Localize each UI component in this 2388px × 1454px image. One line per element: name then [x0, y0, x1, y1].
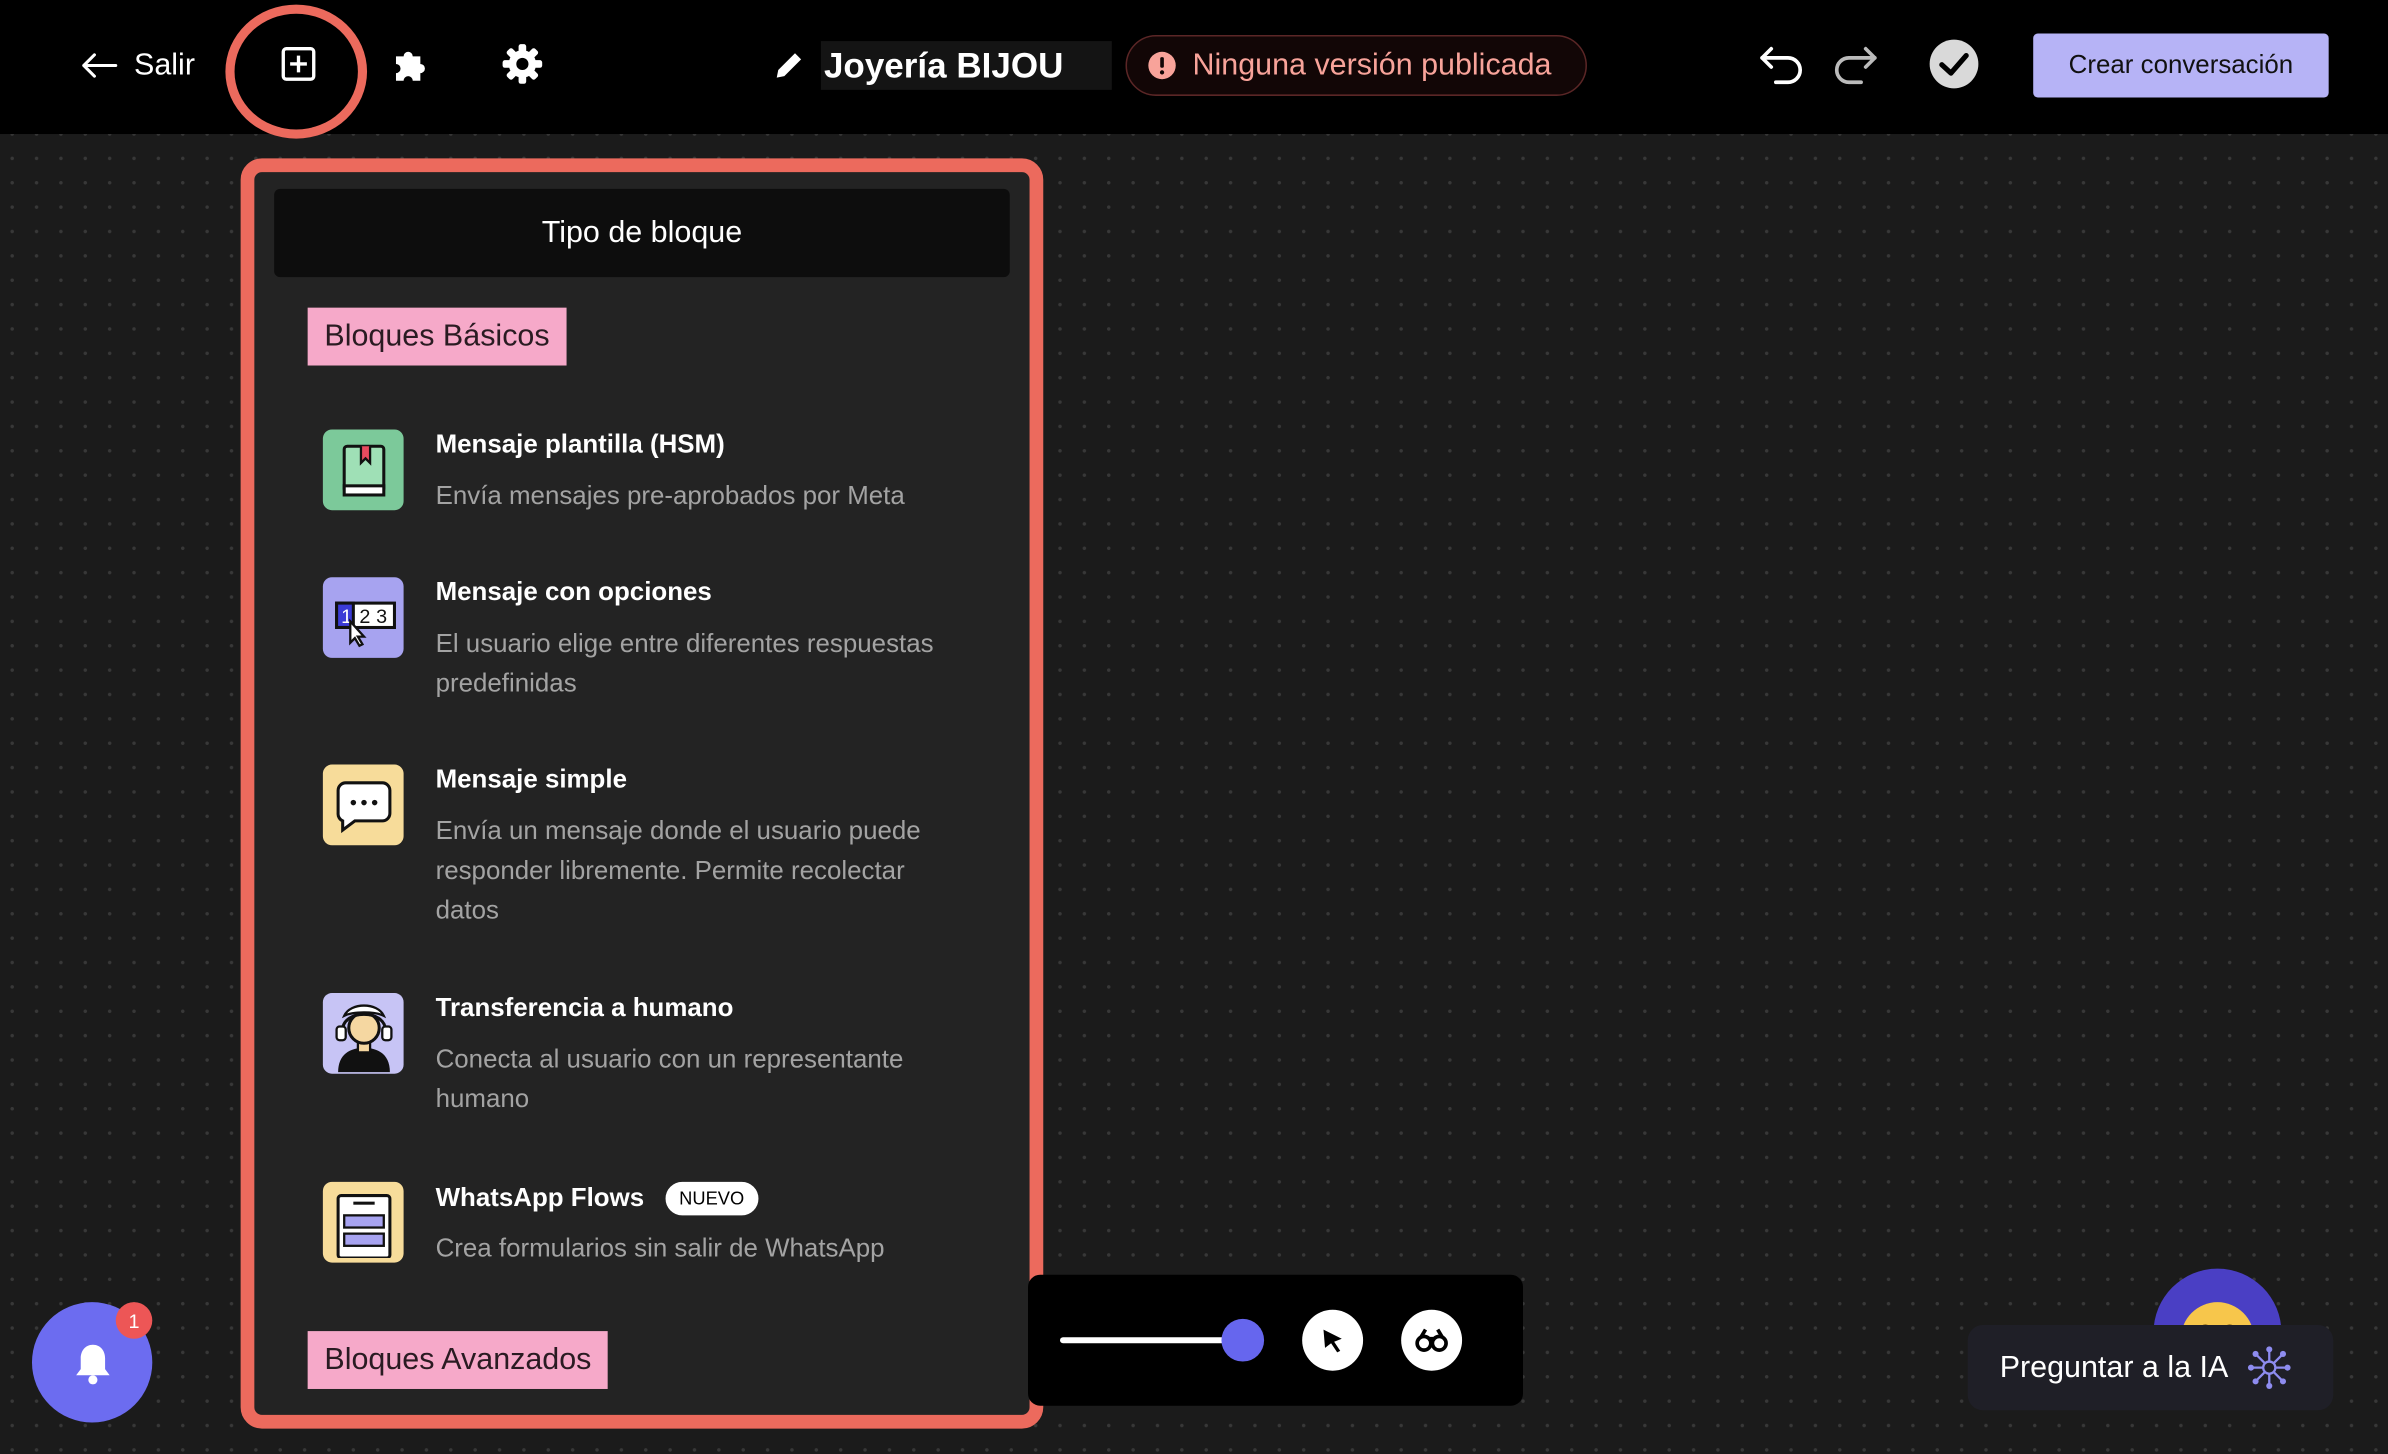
gear-icon	[502, 44, 543, 84]
back-label: Salir	[134, 47, 195, 82]
flow-title[interactable]: Joyería BIJOU	[820, 41, 1113, 90]
ask-ai-label: Preguntar a la IA	[1999, 1350, 2229, 1384]
bell-icon	[75, 1344, 109, 1384]
block-description: El usuario elige entre diferentes respue…	[435, 628, 934, 698]
status-text: Ninguna versión publicada	[1192, 47, 1552, 82]
block-title: WhatsApp Flows NUEVO	[436, 1181, 758, 1216]
block-title: Mensaje simple	[435, 764, 627, 794]
ask-ai-button[interactable]: Preguntar a la IA	[1967, 1325, 2334, 1411]
section-advanced-label: Bloques Avanzados	[307, 1331, 609, 1389]
canvas-toolbar	[1028, 1274, 1523, 1406]
block-item-template-message[interactable]: Mensaje plantilla (HSM) Envía mensajes p…	[322, 429, 978, 520]
redo-button[interactable]	[1825, 34, 1886, 95]
block-item-whatsapp-flows[interactable]: WhatsApp Flows NUEVO Crea formularios si…	[322, 1181, 978, 1273]
title-area[interactable]: Joyería BIJOU	[772, 40, 1113, 92]
block-type-panel: Tipo de bloque Bloques Básicos Mensaje p…	[240, 158, 1044, 1429]
zoom-slider-handle[interactable]	[1221, 1318, 1265, 1362]
block-item-human-transfer[interactable]: Transferencia a humano Conecta al usuari…	[322, 992, 978, 1124]
redo-icon	[1834, 46, 1877, 85]
add-block-button[interactable]	[268, 34, 329, 95]
svg-text:2: 2	[359, 605, 370, 627]
svg-text:3: 3	[375, 605, 386, 627]
pencil-icon	[776, 53, 802, 78]
sparkle-network-icon	[2248, 1346, 2291, 1389]
integrations-button[interactable]	[379, 34, 440, 95]
block-description: Envía mensajes pre-aprobados por Meta	[435, 481, 905, 511]
cursor-arrow-icon	[1323, 1329, 1342, 1353]
check-circle-icon	[1929, 39, 1979, 89]
block-title: Transferencia a humano	[435, 992, 734, 1022]
validate-button[interactable]	[1924, 34, 1985, 95]
zoom-slider-track[interactable]	[1060, 1337, 1243, 1344]
form-icon	[322, 1181, 404, 1263]
agent-headset-icon	[322, 992, 404, 1074]
back-button[interactable]: Salir	[79, 40, 195, 92]
block-item-options-message[interactable]: 1 2 3 Mensaje con opciones El usuario el…	[322, 577, 978, 708]
app-root: Salir Joyería BIJOU Ninguna versión publ…	[0, 0, 2388, 1454]
block-description: Crea formularios sin salir de WhatsApp	[435, 1233, 885, 1263]
publish-status-badge: Ninguna versión publicada	[1125, 35, 1587, 96]
new-badge: NUEVO	[665, 1181, 758, 1216]
notification-count-badge: 1	[115, 1302, 153, 1339]
puzzle-icon	[395, 51, 425, 81]
undo-button[interactable]	[1751, 34, 1812, 95]
plus-square-icon	[281, 47, 316, 81]
arrow-left-icon	[82, 53, 118, 78]
panel-title: Tipo de bloque	[274, 188, 1010, 278]
create-conversation-button[interactable]: Crear conversación	[2033, 33, 2329, 98]
alert-circle-icon	[1148, 51, 1176, 80]
options-123-icon: 1 2 3	[322, 577, 404, 658]
block-description: Envía un mensaje donde el usuario puede …	[435, 816, 921, 925]
binoculars-icon	[1415, 1328, 1448, 1352]
top-bar: Salir Joyería BIJOU Ninguna versión publ…	[0, 0, 2388, 139]
section-basic-label: Bloques Básicos	[307, 307, 567, 366]
undo-icon	[1760, 46, 1803, 85]
find-button[interactable]	[1401, 1309, 1463, 1371]
block-description: Conecta al usuario con un representante …	[435, 1044, 904, 1114]
block-title: Mensaje con opciones	[435, 577, 712, 607]
template-book-icon	[322, 429, 404, 511]
block-title: Mensaje plantilla (HSM)	[435, 429, 725, 459]
select-tool-button[interactable]	[1302, 1309, 1364, 1371]
chat-bubble-icon	[322, 764, 404, 846]
settings-button[interactable]	[492, 34, 553, 95]
block-item-simple-message[interactable]: Mensaje simple Envía un mensaje donde el…	[322, 764, 978, 936]
